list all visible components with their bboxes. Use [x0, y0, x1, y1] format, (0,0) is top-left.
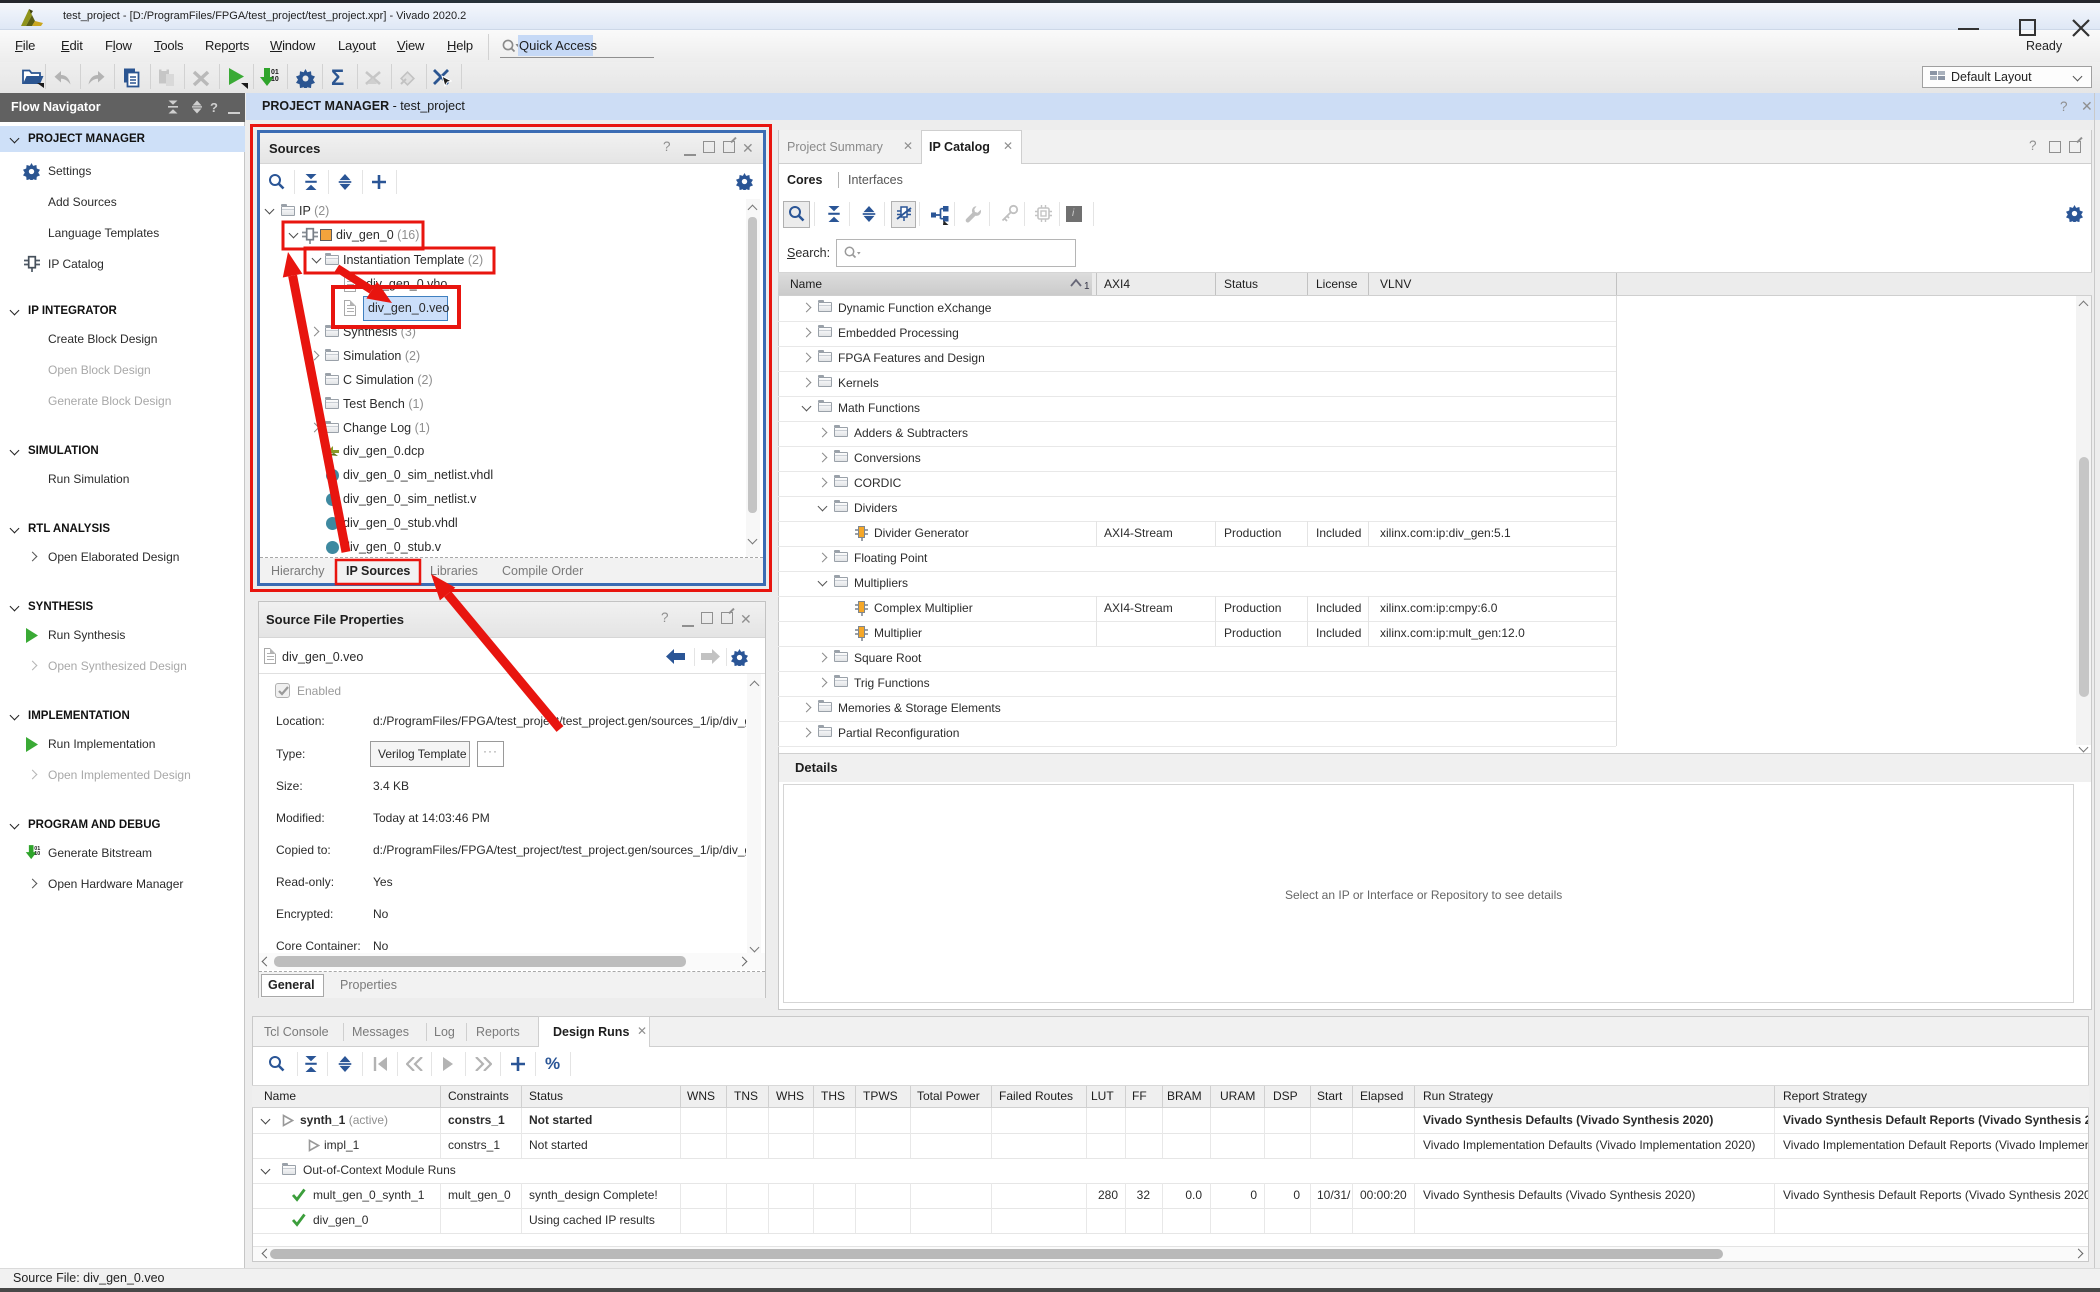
svg-text:01: 01: [271, 69, 279, 76]
svg-text:10: 10: [271, 76, 279, 83]
svg-text:10: 10: [34, 851, 40, 857]
svg-text:1: 1: [1084, 281, 1090, 290]
